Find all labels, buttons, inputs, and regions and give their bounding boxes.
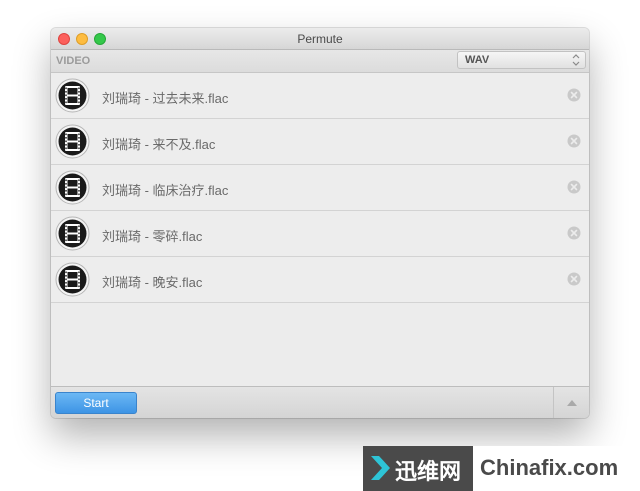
output-format-select[interactable]: WAV [457,51,586,69]
category-label: VIDEO [56,55,91,67]
remove-file-icon[interactable] [567,134,581,148]
list-item[interactable]: 刘瑞琦 - 过去未来.flac [51,73,589,119]
remove-file-icon[interactable] [567,272,581,286]
film-icon [55,124,90,159]
file-name: 刘瑞琦 - 零碎.flac [102,229,203,244]
file-name: 刘瑞琦 - 晚安.flac [102,275,203,290]
file-name: 刘瑞琦 - 来不及.flac [102,137,216,152]
watermark-light-block: Chinafix.com [473,446,640,491]
list-item[interactable]: 刘瑞琦 - 来不及.flac [51,119,589,165]
remove-file-icon[interactable] [567,180,581,194]
window-title: Permute [297,32,343,46]
file-name: 刘瑞琦 - 临床治疗.flac [102,183,229,198]
list-item[interactable]: 刘瑞琦 - 临床治疗.flac [51,165,589,211]
toolbar: VIDEO WAV [51,50,589,73]
start-button[interactable]: Start [55,392,137,414]
list-item[interactable]: 刘瑞琦 - 零碎.flac [51,211,589,257]
remove-file-icon[interactable] [567,226,581,240]
up-down-chevron-icon [572,54,580,66]
film-icon [55,216,90,251]
watermark-dark-block: 迅维网 [363,446,473,491]
triangle-up-icon [567,400,577,406]
file-list: 刘瑞琦 - 过去未来.flac 刘瑞琦 - 来不及.flac 刘瑞琦 - 临床治… [51,73,589,386]
collapse-panel-button[interactable] [553,387,589,418]
film-icon [55,78,90,113]
list-item[interactable]: 刘瑞琦 - 晚安.flac [51,257,589,303]
chevron-right-logo-icon [371,456,390,480]
remove-file-icon[interactable] [567,88,581,102]
watermark: 迅维网 Chinafix.com [363,446,640,491]
permute-window: Permute VIDEO WAV 刘瑞琦 - 过去未来.flac 刘瑞琦 - … [51,28,589,418]
bottom-bar: Start [51,386,589,418]
output-format-value: WAV [465,54,490,66]
title-bar[interactable]: Permute [51,28,589,50]
watermark-brand-en: Chinafix.com [480,455,619,480]
file-name: 刘瑞琦 - 过去未来.flac [102,91,229,106]
film-icon [55,170,90,205]
film-icon [55,262,90,297]
watermark-brand-cn: 迅维网 [395,459,462,484]
